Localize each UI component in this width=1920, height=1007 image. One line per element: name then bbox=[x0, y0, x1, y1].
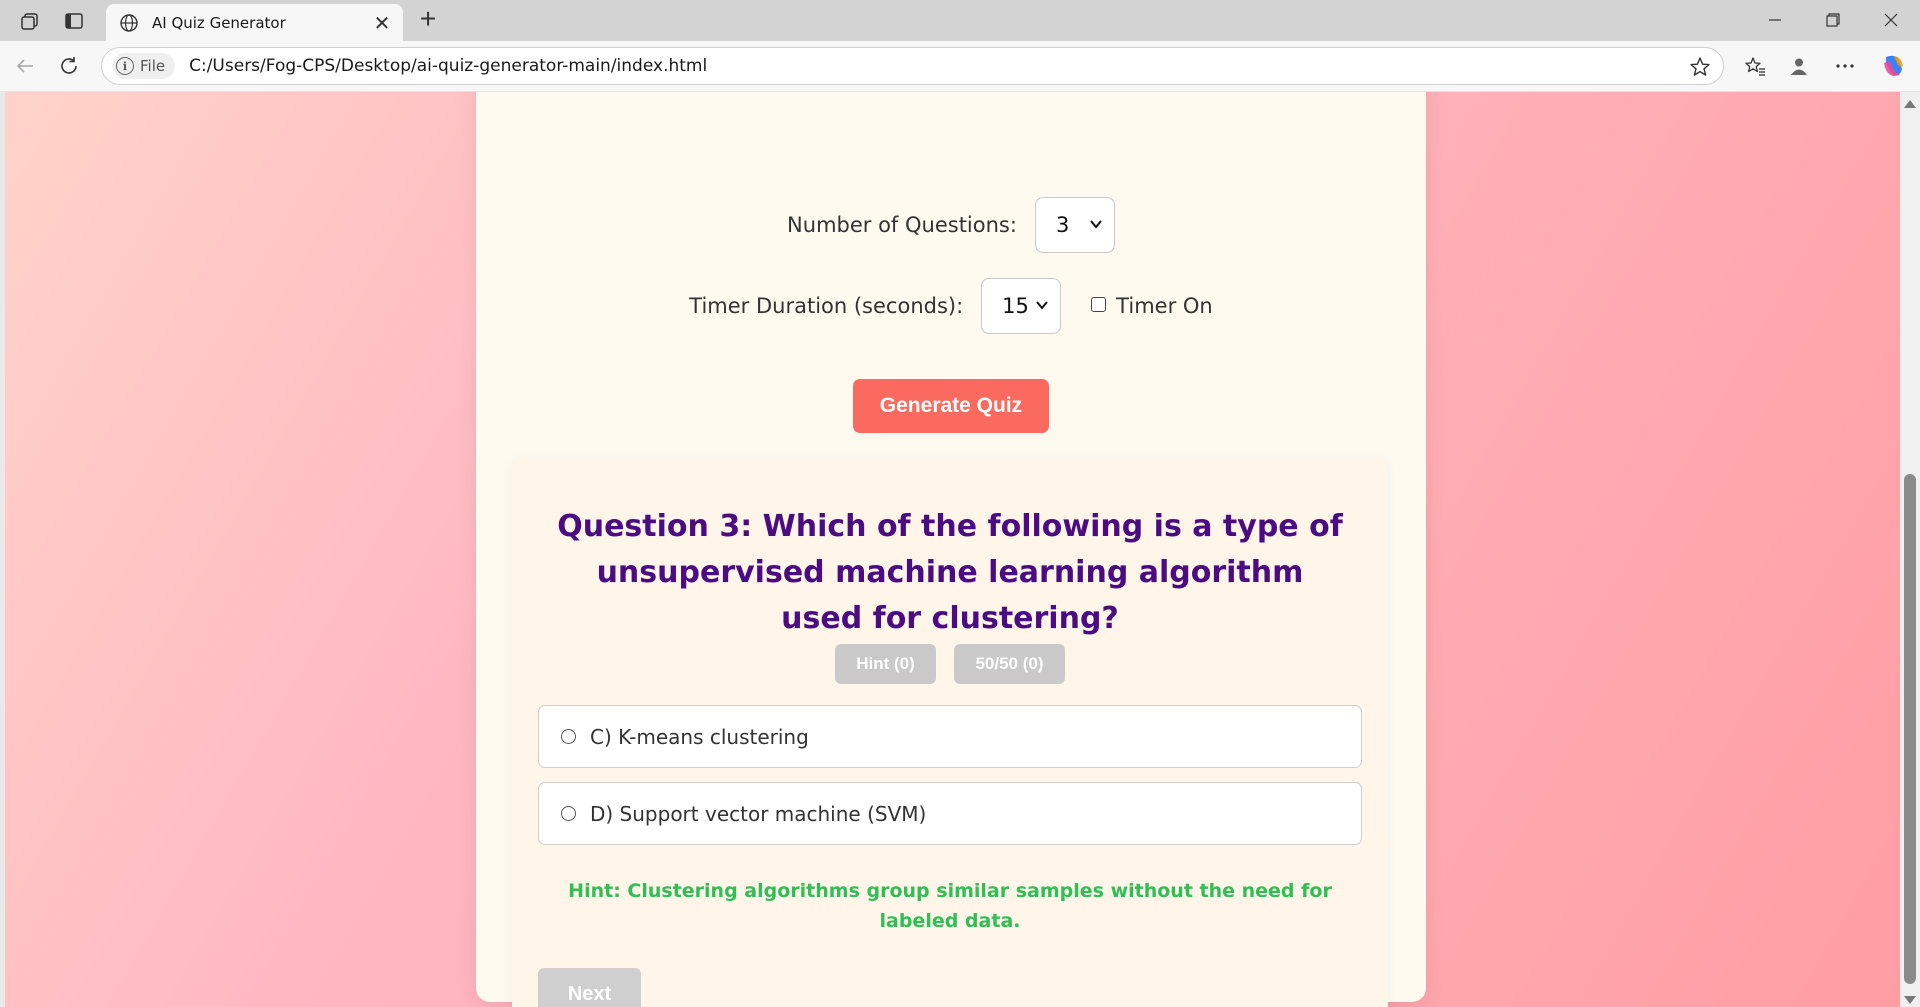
scroll-down-arrow-icon[interactable] bbox=[1904, 996, 1916, 1004]
num-questions-value: 3 bbox=[1055, 213, 1070, 237]
chevron-down-icon bbox=[1036, 301, 1048, 310]
answer-option[interactable]: C) K-means clustering bbox=[538, 705, 1362, 768]
tab-title: AI Quiz Generator bbox=[152, 13, 286, 32]
lifeline-buttons: Hint (0) 50/50 (0) bbox=[512, 644, 1388, 684]
timer-duration-label: Timer Duration (seconds): bbox=[689, 294, 964, 318]
next-button[interactable]: Next bbox=[538, 968, 641, 1007]
radio-button[interactable] bbox=[561, 806, 576, 821]
profile-icon[interactable] bbox=[1784, 51, 1814, 81]
new-tab-button[interactable]: + bbox=[414, 5, 442, 34]
radio-button[interactable] bbox=[561, 729, 576, 744]
close-tab-icon[interactable]: ✕ bbox=[371, 12, 393, 35]
hint-button[interactable]: Hint (0) bbox=[835, 644, 936, 684]
copilot-icon[interactable] bbox=[1878, 51, 1908, 81]
site-info-chip[interactable]: i File bbox=[112, 53, 176, 79]
restore-icon[interactable] bbox=[1810, 6, 1856, 34]
url-text[interactable]: C:/Users/Fog-CPS/Desktop/ai-quiz-generat… bbox=[189, 56, 707, 76]
timer-on-checkbox[interactable] bbox=[1091, 296, 1107, 312]
timer-on-label: Timer On bbox=[1116, 294, 1213, 318]
workspaces-icon[interactable] bbox=[17, 8, 43, 34]
timer-duration-select[interactable]: 15 bbox=[981, 278, 1062, 334]
refresh-icon[interactable] bbox=[54, 51, 84, 81]
window-left-edge bbox=[0, 92, 5, 1007]
question-text: Question 3: Which of the following is a … bbox=[557, 509, 1343, 636]
minimize-icon[interactable] bbox=[1752, 6, 1798, 34]
more-options-icon[interactable] bbox=[1830, 51, 1860, 81]
num-questions-select[interactable]: 3 bbox=[1034, 197, 1115, 253]
page-viewport: Number of Questions: 3 Timer Duration (s… bbox=[0, 92, 1900, 1007]
favorites-icon[interactable] bbox=[1740, 51, 1770, 81]
fifty-fifty-button[interactable]: 50/50 (0) bbox=[954, 644, 1065, 684]
answer-option-label: D) Support vector machine (SVM) bbox=[590, 801, 927, 826]
quiz-container: Question 3: Which of the following is a … bbox=[512, 458, 1388, 1007]
scroll-up-arrow-icon[interactable] bbox=[1904, 100, 1916, 108]
close-window-icon[interactable] bbox=[1868, 6, 1914, 34]
answer-option[interactable]: D) Support vector machine (SVM) bbox=[538, 782, 1362, 845]
favorite-star-icon[interactable] bbox=[1687, 54, 1713, 80]
browser-toolbar: i File C:/Users/Fog-CPS/Desktop/ai-quiz-… bbox=[0, 41, 1920, 92]
address-bar[interactable]: i File C:/Users/Fog-CPS/Desktop/ai-quiz-… bbox=[101, 47, 1724, 85]
globe-icon bbox=[118, 12, 140, 34]
answer-option-label: C) K-means clustering bbox=[590, 724, 809, 749]
file-chip-label: File bbox=[140, 57, 166, 75]
num-questions-row: Number of Questions: 3 bbox=[476, 197, 1426, 253]
quiz-generator-card: Number of Questions: 3 Timer Duration (s… bbox=[476, 92, 1426, 1007]
info-icon: i bbox=[116, 57, 134, 75]
scrollbar-thumb[interactable] bbox=[1904, 474, 1916, 984]
vertical-tabs-icon[interactable] bbox=[61, 8, 87, 34]
generate-quiz-button[interactable]: Generate Quiz bbox=[853, 379, 1049, 433]
tab-ai-quiz-generator[interactable]: AI Quiz Generator ✕ bbox=[106, 4, 403, 41]
timer-row: Timer Duration (seconds): 15 Timer On bbox=[476, 278, 1426, 334]
timer-duration-value: 15 bbox=[1002, 294, 1029, 318]
hint-text: Hint: Clustering algorithms group simila… bbox=[568, 880, 1332, 932]
back-arrow-icon[interactable] bbox=[10, 51, 40, 81]
title-bar: AI Quiz Generator ✕ + bbox=[0, 0, 1920, 41]
num-questions-label: Number of Questions: bbox=[787, 213, 1017, 237]
chevron-down-icon bbox=[1090, 220, 1102, 229]
